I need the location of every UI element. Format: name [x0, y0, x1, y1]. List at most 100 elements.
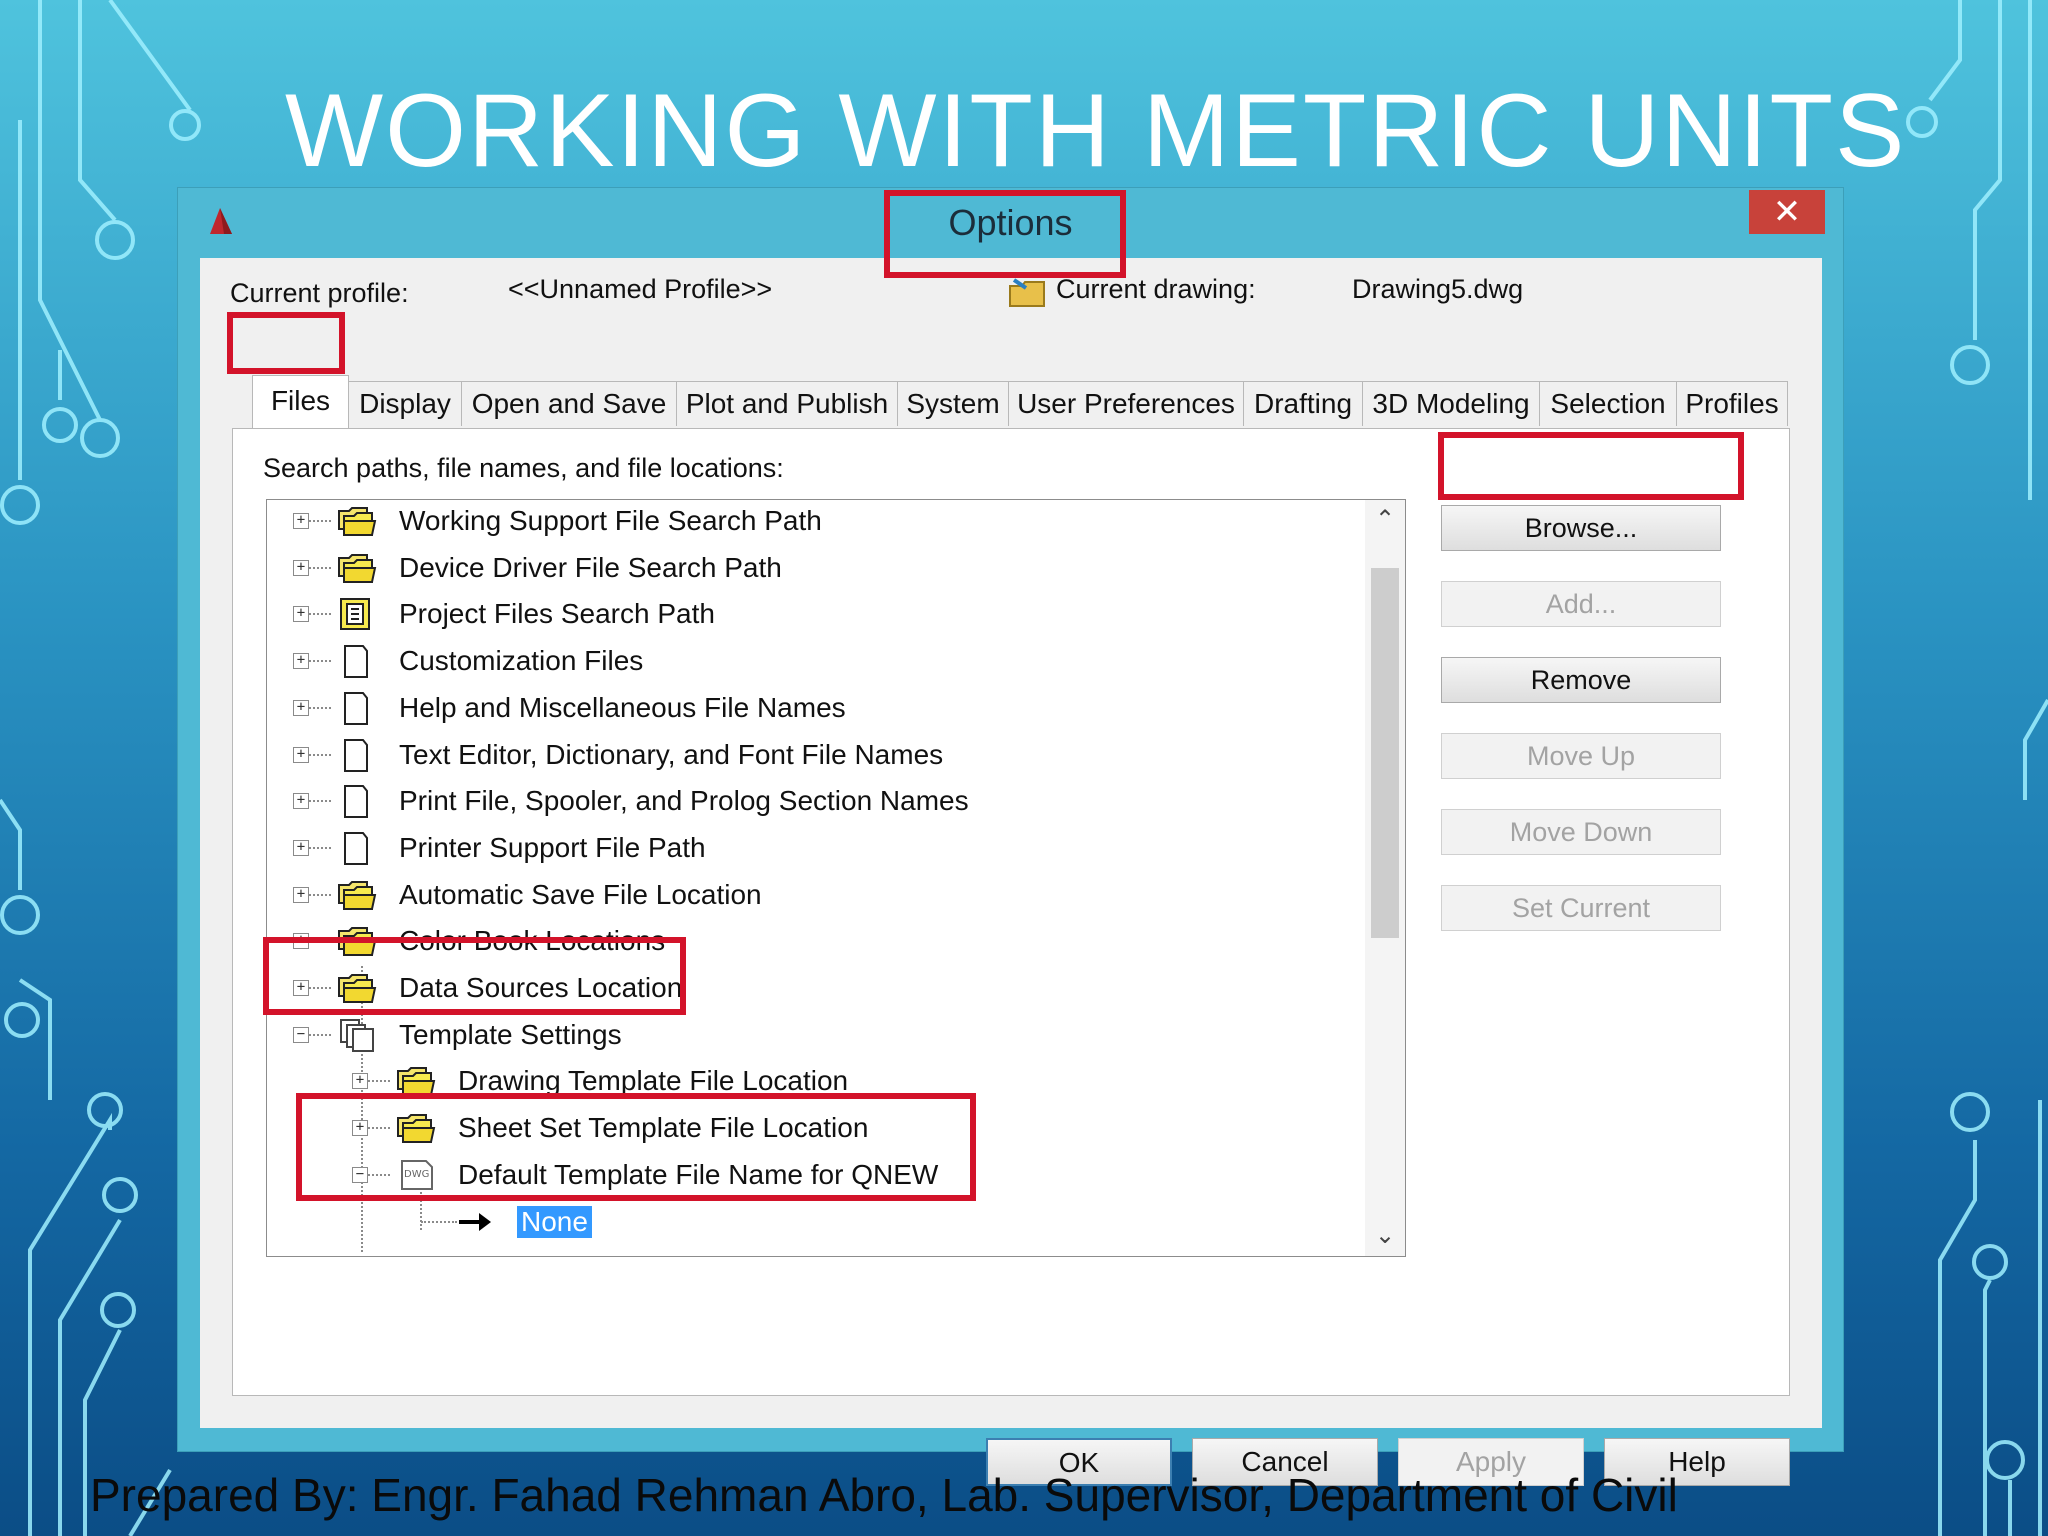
browse-button[interactable]: Browse... [1441, 505, 1721, 551]
tree-item[interactable]: + Project Files Search Path [267, 594, 1357, 634]
search-paths-label: Search paths, file names, and file locat… [263, 453, 784, 483]
tree-item-label: Help and Miscellaneous File Names [399, 691, 846, 723]
tree-scrollbar[interactable]: ⌃ ⌄ [1365, 500, 1405, 1256]
project-icon [337, 596, 377, 632]
tree-item[interactable]: + Printer Support File Path [267, 828, 1357, 868]
tree-connector [309, 940, 331, 943]
expand-icon[interactable]: + [293, 933, 309, 950]
tree-connector [309, 753, 331, 756]
expand-icon[interactable]: + [293, 746, 309, 763]
tree-connector [309, 987, 331, 989]
template-icon [337, 1017, 377, 1053]
tree-item[interactable]: + Drawing Template File Location [267, 1061, 1357, 1101]
tree-connector [309, 520, 331, 522]
scroll-thumb[interactable] [1371, 568, 1399, 938]
file-locations-tree[interactable]: ⌃ ⌄ + Working Support File Search Path + De… [266, 499, 1406, 1257]
tab-display[interactable]: Display [348, 381, 462, 426]
folders-icon [337, 503, 377, 539]
folders-icon [337, 550, 377, 586]
expand-icon[interactable]: + [293, 886, 309, 903]
close-button[interactable]: ✕ [1749, 190, 1825, 234]
close-icon: ✕ [1772, 193, 1802, 231]
page-icon [337, 830, 377, 866]
folders-icon [337, 970, 377, 1006]
svg-text:DWG: DWG [404, 1169, 429, 1180]
options-dialog: Options ✕ Current profile: <<Unnamed Pro… [178, 188, 1843, 1486]
set-current-button[interactable]: Set Current [1441, 885, 1721, 931]
tree-item[interactable]: − Template Settings [267, 1015, 1357, 1055]
folders-icon [337, 923, 377, 959]
tab-plot-and-publish[interactable]: Plot and Publish [676, 381, 898, 426]
tree-item[interactable]: + Data Sources Location [267, 968, 1357, 1008]
dwg-file-icon: DWG [396, 1157, 436, 1193]
move-up-button[interactable]: Move Up [1441, 733, 1721, 779]
expand-icon[interactable]: + [293, 559, 309, 576]
tree-item[interactable]: + Color Book Locations [267, 921, 1357, 961]
tab-system[interactable]: System [897, 381, 1009, 426]
add-button[interactable]: Add... [1441, 581, 1721, 627]
tree-connector [309, 660, 331, 663]
expand-icon[interactable]: + [293, 653, 309, 670]
tab-3d-modeling[interactable]: 3D Modeling [1362, 381, 1540, 426]
page-icon [337, 690, 377, 726]
folders-icon [396, 1063, 436, 1099]
slide-footer: Prepared By: Engr. Fahad Rehman Abro, La… [90, 1469, 1678, 1521]
tree-item-label: Automatic Save File Location [399, 878, 762, 910]
tree-connector [309, 566, 331, 569]
tree-connector [309, 1033, 331, 1036]
tree-item[interactable]: − DWG Default Template File Name for QNEW [267, 1155, 1357, 1195]
dialog-client-area: Current profile: <<Unnamed Profile>> Cur… [200, 258, 1822, 1486]
selected-tree-value[interactable]: None [517, 1205, 592, 1238]
tree-item-label: Working Support File Search Path [399, 505, 822, 536]
tree-connector [368, 1173, 390, 1176]
scroll-down-arrow-icon[interactable]: ⌄ [1365, 1216, 1405, 1256]
tree-connector [309, 846, 331, 849]
slide-title: WORKING WITH METRIC UNITS [285, 73, 1907, 189]
current-drawing-label: Current drawing: [1056, 274, 1256, 304]
remove-button[interactable]: Remove [1441, 657, 1721, 703]
tree-item[interactable]: None [267, 1202, 1357, 1242]
tree-item-label: Default Template File Name for QNEW [458, 1158, 939, 1190]
dialog-titlebar[interactable]: Options ✕ [178, 188, 1843, 258]
tree-item[interactable]: + Text Editor, Dictionary, and Font File … [267, 735, 1357, 775]
tab-drafting[interactable]: Drafting [1243, 381, 1363, 426]
expand-icon[interactable]: + [352, 1073, 368, 1090]
tree-connector [309, 800, 331, 803]
scroll-up-arrow-icon[interactable]: ⌃ [1365, 500, 1405, 540]
expand-icon[interactable]: + [293, 699, 309, 716]
tab-selection[interactable]: Selection [1539, 381, 1677, 426]
collapse-icon[interactable]: − [293, 1026, 309, 1043]
tree-item-label: Print File, Spooler, and Prolog Section … [399, 785, 969, 817]
expand-icon[interactable]: + [293, 793, 309, 810]
tab-open-and-save[interactable]: Open and Save [461, 381, 677, 426]
tree-item[interactable]: + Print File, Spooler, and Prolog Section… [267, 781, 1357, 821]
expand-icon[interactable]: + [293, 513, 309, 529]
tree-item-label: Drawing Template File Location [458, 1065, 849, 1097]
folders-icon [396, 1110, 436, 1146]
tree-item[interactable]: + Customization Files [267, 641, 1357, 681]
tree-item[interactable]: + Help and Miscellaneous File Names [267, 688, 1357, 728]
current-profile-value: <<Unnamed Profile>> [508, 274, 773, 304]
expand-icon[interactable]: + [293, 839, 309, 856]
expand-icon[interactable]: + [293, 606, 309, 623]
expand-icon[interactable]: + [293, 980, 309, 996]
tree-item-label: Device Driver File Search Path [399, 551, 782, 583]
tab-profiles[interactable]: Profiles [1676, 381, 1788, 426]
tab-user-preferences[interactable]: User Preferences [1008, 381, 1244, 426]
arrow-right-icon [455, 1204, 495, 1240]
tree-item[interactable]: + Working Support File Search Path [267, 501, 1357, 541]
tree-item[interactable]: + Sheet Set Template File Location [267, 1108, 1357, 1148]
tab-files[interactable]: Files [252, 375, 349, 428]
tree-item[interactable]: + Device Driver File Search Path [267, 548, 1357, 588]
current-drawing-value: Drawing5.dwg [1352, 274, 1524, 304]
tree-item-label: Sheet Set Template File Location [458, 1112, 869, 1144]
page-icon [337, 737, 377, 773]
move-down-button[interactable]: Move Down [1441, 809, 1721, 855]
folders-icon [337, 877, 377, 913]
tree-item[interactable]: + Automatic Save File Location [267, 875, 1357, 915]
collapse-icon[interactable]: − [352, 1166, 368, 1183]
tree-connector [368, 1127, 390, 1130]
expand-icon[interactable]: + [352, 1120, 368, 1137]
tree-connector [421, 1220, 457, 1223]
tree-item-label: Printer Support File Path [399, 831, 706, 863]
